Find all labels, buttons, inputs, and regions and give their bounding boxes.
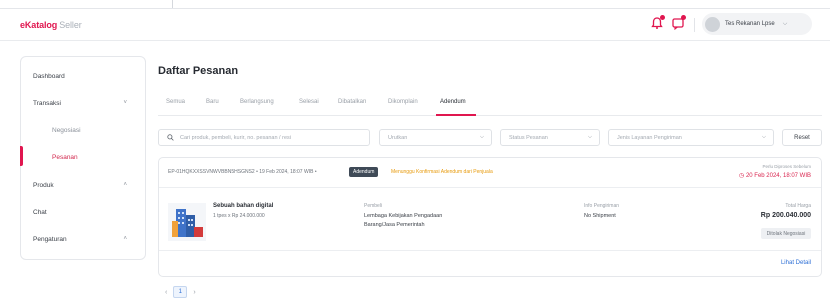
sidebar-item-produk[interactable]: Produk ˄	[21, 178, 145, 192]
status-badge: Adendum	[349, 167, 379, 177]
pagination: ‹ 1 ›	[165, 286, 196, 298]
tab-dikomplain[interactable]: Dikomplain	[388, 99, 418, 105]
shipping-value: No Shipment	[584, 213, 616, 219]
sidebar-active-indicator	[20, 146, 23, 166]
buyer-value: Lembaga Kebijakan Pengadaan	[364, 213, 443, 219]
sidebar-item-label: Transaksi	[33, 99, 61, 107]
order-id: EP-01HQKXXSSVNWVBBN5HSGNS2 • 19 Feb 2024…	[168, 169, 317, 175]
buyer-value: Barang/Jasa Pemerintah	[364, 222, 425, 228]
sidebar-item-label: Negosiasi	[52, 126, 81, 134]
tab-semua[interactable]: Semua	[166, 99, 185, 105]
tab-berlangsung[interactable]: Berlangsung	[240, 99, 274, 105]
chevron-down-icon: ⌵	[479, 134, 484, 140]
product-name[interactable]: Sebuah bahan digital	[213, 203, 273, 209]
total-label: Total Harga	[785, 203, 811, 209]
search-input[interactable]: Cari produk, pembeli, kurir, no. pesanan…	[158, 129, 370, 146]
chat-icon[interactable]	[671, 15, 686, 30]
deadline-label: Perlu Diproses Sebelum	[762, 164, 811, 169]
user-name: Tes Rekanan Lpse	[725, 21, 775, 27]
bell-icon[interactable]	[650, 15, 665, 30]
reset-button[interactable]: Reset	[782, 129, 822, 146]
chevron-down-icon: ⌵	[587, 134, 592, 140]
sidebar-item-negosiasi[interactable]: Negosiasi	[21, 123, 145, 137]
tab-baru[interactable]: Baru	[206, 99, 219, 105]
app-header: eKatalog Seller Tes Rekanan Lpse ⌵	[0, 9, 830, 41]
sidebar-item-label: Pengaturan	[33, 235, 67, 243]
order-card-header: EP-01HQKXXSSVNWVBBN5HSGNS2 • 19 Feb 2024…	[159, 158, 821, 188]
app-logo[interactable]: eKatalog Seller	[20, 20, 82, 30]
product-quantity: 1 tpes x Rp 24.000.000	[213, 213, 265, 219]
logo-brand: eKatalog	[20, 20, 58, 30]
top-strip	[0, 0, 830, 9]
sort-value: Urutkan	[388, 134, 408, 141]
tab-selesai[interactable]: Selesai	[299, 99, 319, 105]
deadline-value: ◷ 20 Feb 2024, 18:07 WIB	[739, 173, 811, 179]
sidebar-item-label: Dashboard	[33, 72, 65, 80]
buyer-label: Pembeli	[364, 203, 383, 209]
chevron-up-icon: ˄	[123, 182, 127, 188]
page-title: Daftar Pesanan	[158, 65, 239, 77]
view-detail-link[interactable]: Lihat Detail	[781, 260, 811, 266]
chat-dot	[681, 15, 686, 20]
order-card: EP-01HQKXXSSVNWVBBN5HSGNS2 • 19 Feb 2024…	[158, 157, 822, 277]
order-tabs: Semua Baru Berlangsung Selesai Dibatalka…	[158, 94, 822, 116]
sidebar-item-pesanan[interactable]: Pesanan	[21, 150, 145, 164]
page-number[interactable]: 1	[173, 286, 188, 298]
chevron-down-icon: ⌵	[761, 134, 766, 140]
shipping-label: Info Pengiriman	[584, 203, 620, 209]
header-divider	[694, 18, 695, 32]
status-value: Status Pesanan	[509, 134, 548, 141]
next-page-icon[interactable]: ›	[193, 289, 195, 296]
sidebar-item-transaksi[interactable]: Transaksi ˅	[21, 96, 145, 110]
sidebar-item-dashboard[interactable]: Dashboard	[21, 69, 145, 83]
status-select[interactable]: Status Pesanan ⌵	[500, 129, 600, 146]
tab-adendum[interactable]: Adendum	[440, 99, 466, 105]
sidebar-item-label: Produk	[33, 181, 54, 189]
chevron-down-icon: ⌵	[782, 20, 788, 27]
search-icon	[167, 134, 174, 141]
card-divider	[159, 250, 821, 251]
logo-sub: Seller	[59, 20, 82, 30]
active-tab-indicator	[436, 114, 476, 116]
product-thumbnail[interactable]	[168, 203, 206, 241]
filter-bar: Cari produk, pembeli, kurir, no. pesanan…	[158, 129, 822, 147]
sidebar-item-pengaturan[interactable]: Pengaturan ˄	[21, 232, 145, 246]
warning-text: Menunggu Konfirmasi Adendum dari Penjual…	[391, 169, 493, 175]
search-placeholder: Cari produk, pembeli, kurir, no. pesanan…	[180, 134, 291, 141]
avatar	[705, 16, 720, 32]
deadline-text: 20 Feb 2024, 18:07 WIB	[745, 173, 811, 179]
user-menu[interactable]: Tes Rekanan Lpse ⌵	[702, 13, 812, 35]
tab-dibatalkan[interactable]: Dibatalkan	[338, 99, 366, 105]
top-divider	[172, 0, 173, 8]
sidebar-item-label: Chat	[33, 208, 47, 216]
sidebar-item-chat[interactable]: Chat	[21, 205, 145, 219]
prev-page-icon[interactable]: ‹	[165, 289, 167, 296]
notification-dot	[660, 15, 665, 20]
sidebar-item-label: Pesanan	[52, 153, 78, 161]
shipping-select[interactable]: Jenis Layanan Pengiriman ⌵	[608, 129, 774, 146]
total-value: Rp 200.040.000	[760, 212, 811, 219]
sidebar: Dashboard Transaksi ˅ Negosiasi Pesanan P…	[20, 56, 146, 260]
sort-select[interactable]: Urutkan ⌵	[379, 129, 492, 146]
chevron-up-icon: ˄	[123, 236, 127, 242]
chevron-down-icon: ˅	[123, 100, 127, 106]
negotiation-status-button[interactable]: Ditolak Negosiasi	[761, 228, 811, 239]
shipping-value: Jenis Layanan Pengiriman	[617, 134, 682, 141]
